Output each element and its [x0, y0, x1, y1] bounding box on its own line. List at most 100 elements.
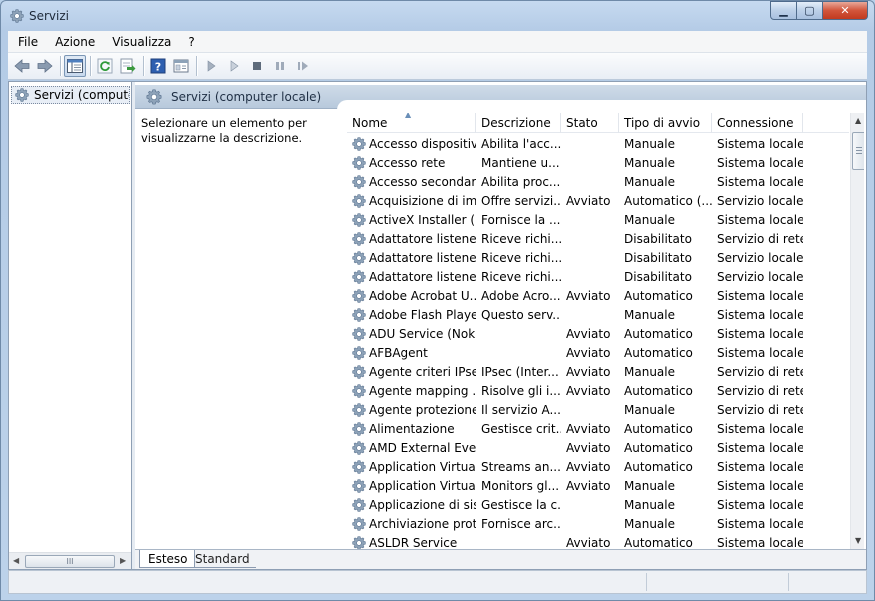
pause-service-button[interactable]	[269, 55, 291, 77]
stop-service-button[interactable]	[246, 55, 268, 77]
table-row[interactable]: ASLDR Service Avviato Automatico Sistema lo…	[347, 533, 849, 549]
cell-startup-type: Automatico	[619, 384, 712, 398]
scroll-down-icon[interactable]: ▼	[855, 536, 861, 545]
cell-text: Sistema locale	[717, 516, 803, 531]
table-row[interactable]: Adattatore listener... Riceve richi... Dis…	[347, 267, 849, 286]
gear-icon	[351, 136, 367, 152]
table-row[interactable]: Alimentazione Gestisce crit... Avviato Auto…	[347, 419, 849, 438]
toolbar-separator	[90, 56, 91, 76]
column-header-stato[interactable]: Stato	[561, 113, 619, 133]
cell-text: Manuale	[624, 212, 675, 227]
back-button[interactable]	[11, 55, 33, 77]
start-service-button[interactable]	[200, 55, 222, 77]
show-console-tree-button[interactable]	[64, 55, 86, 77]
column-header-nome[interactable]: ▲ Nome	[347, 113, 476, 133]
column-header-descrizione[interactable]: Descrizione	[476, 113, 561, 133]
help-button[interactable]: ?	[147, 55, 169, 77]
cell-logon: Servizio di rete	[712, 384, 803, 398]
gear-icon	[351, 155, 367, 171]
cell-status: Avviato	[561, 384, 619, 398]
properties-button[interactable]	[170, 55, 192, 77]
cell-text: Archiviazione prot...	[369, 516, 476, 531]
table-row[interactable]: Adobe Flash Playe... Questo serv... Manual…	[347, 305, 849, 324]
cell-startup-type: Manuale	[619, 175, 712, 189]
scroll-left-icon[interactable]: ◀	[13, 556, 19, 565]
menu-azione[interactable]: Azione	[45, 35, 102, 49]
cell-name: Accesso dispositiv...	[347, 136, 476, 152]
table-row[interactable]: Acquisizione di im... Offre servizi... Avv…	[347, 191, 849, 210]
list-scroll-thumb[interactable]	[852, 132, 864, 170]
table-row[interactable]: Application Virtua... Streams an... Avviat…	[347, 457, 849, 476]
table-row[interactable]: Agente mapping ... Risolve gli i... Avviat…	[347, 381, 849, 400]
export-list-button[interactable]	[117, 55, 139, 77]
cell-text: Questo serv...	[481, 307, 561, 322]
svg-text:?: ?	[155, 61, 161, 74]
forward-button[interactable]	[34, 55, 56, 77]
cell-text: Servizio di rete	[717, 383, 803, 398]
cell-status: Avviato	[561, 327, 619, 341]
table-row[interactable]: Agente protezione... Il servizio A... Manu…	[347, 400, 849, 419]
start-service-alt-button[interactable]	[223, 55, 245, 77]
tab-standard[interactable]: Standard	[187, 550, 256, 568]
tree-horizontal-scrollbar[interactable]: ◀ III ▶	[9, 552, 131, 569]
cell-logon: Sistema locale	[712, 479, 803, 493]
cell-description: Questo serv...	[476, 308, 561, 322]
table-row[interactable]: Accesso dispositiv... Abilita l'acc... Man…	[347, 134, 849, 153]
cell-startup-type: Disabilitato	[619, 270, 712, 284]
cell-text: Abilita proc...	[481, 174, 561, 189]
table-row[interactable]: ADU Service (Noki... Avviato Automatico Sis…	[347, 324, 849, 343]
tree-item-services-local[interactable]: Servizi (computer locale)	[11, 86, 130, 104]
menu-help[interactable]: ?	[178, 35, 201, 49]
table-row[interactable]: Archiviazione prot... Fornisce arc... Manu…	[347, 514, 849, 533]
gear-icon	[14, 87, 30, 103]
gear-icon	[351, 383, 367, 399]
cell-logon: Sistema locale	[712, 156, 803, 170]
console-tree: Servizi (computer locale) ◀ III ▶	[9, 82, 132, 569]
cell-logon: Sistema locale	[712, 422, 803, 436]
column-header-connessione[interactable]: Connessione	[712, 113, 803, 133]
cell-description: Abilita proc...	[476, 175, 561, 189]
scroll-up-icon[interactable]: ▲	[855, 116, 861, 125]
table-row[interactable]: Adattatore listener... Riceve richi... Dis…	[347, 248, 849, 267]
cell-text: Adattatore listener...	[369, 269, 476, 284]
table-row[interactable]: AFBAgent Avviato Automatico Sistema locale	[347, 343, 849, 362]
title-bar[interactable]: Servizi ▁ ▢ ✕	[1, 1, 874, 31]
gear-icon	[351, 269, 367, 285]
gear-icon	[351, 364, 367, 380]
refresh-button[interactable]	[94, 55, 116, 77]
table-row[interactable]: Agente criteri IPsec IPsec (Inter... Avvia…	[347, 362, 849, 381]
forward-arrow-icon	[37, 59, 53, 73]
cell-text: Streams an...	[481, 459, 561, 474]
table-row[interactable]: Accesso secondario Abilita proc... Manuale…	[347, 172, 849, 191]
play-icon	[207, 60, 216, 72]
cell-startup-type: Automatico	[619, 346, 712, 360]
restart-service-button[interactable]	[292, 55, 314, 77]
header-curve	[337, 100, 866, 112]
maximize-button[interactable]: ▢	[797, 1, 823, 20]
column-header-tipo-avvio[interactable]: Tipo di avvio	[619, 113, 712, 133]
close-button[interactable]: ✕	[823, 1, 868, 20]
list-vertical-scrollbar[interactable]: ▲ ▼	[850, 113, 864, 549]
table-row[interactable]: ActiveX Installer (... Fornisce la ... Man…	[347, 210, 849, 229]
menu-visualizza[interactable]: Visualizza	[102, 35, 178, 49]
menu-file[interactable]: File	[8, 35, 45, 49]
minimize-button[interactable]: ▁	[770, 1, 797, 20]
table-row[interactable]: Application Virtua... Monitors gl... Avvia…	[347, 476, 849, 495]
table-row[interactable]: AMD External Eve... Avviato Automatico Sist…	[347, 438, 849, 457]
table-row[interactable]: Accesso rete Mantiene u... Manuale Sistema …	[347, 153, 849, 172]
cell-text: Automatico	[624, 383, 693, 398]
tree-scroll-thumb[interactable]: III	[25, 555, 115, 568]
table-row[interactable]: Adattatore listener... Riceve richi... Dis…	[347, 229, 849, 248]
scroll-right-icon[interactable]: ▶	[120, 556, 126, 565]
export-list-icon	[120, 58, 136, 74]
back-arrow-icon	[14, 59, 30, 73]
caption-buttons: ▁ ▢ ✕	[770, 1, 868, 20]
cell-text: Manuale	[624, 174, 675, 189]
cell-text: Adobe Acrobat U...	[369, 288, 476, 303]
status-bar	[8, 570, 867, 594]
cell-description: Fornisce la ...	[476, 213, 561, 227]
toolbar-separator	[60, 56, 61, 76]
table-row[interactable]: Applicazione di sis... Gestisce la c... Ma…	[347, 495, 849, 514]
table-row[interactable]: Adobe Acrobat U... Adobe Acro... Avviato Au…	[347, 286, 849, 305]
gear-icon	[351, 212, 367, 228]
